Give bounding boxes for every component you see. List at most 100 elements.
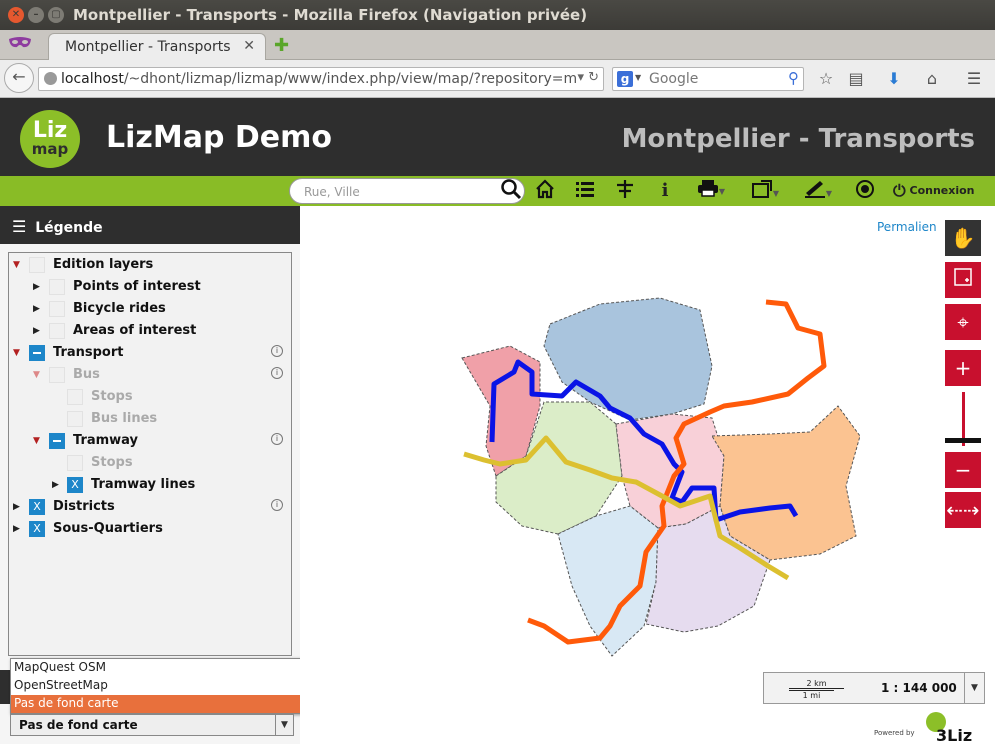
url-bar[interactable]: localhost/~dhont/lizmap/lizmap/www/index… [38,67,604,91]
crosshair-target-icon[interactable]: ⌖ [945,304,981,340]
project-title: Montpellier - Transports [621,124,975,154]
map-canvas[interactable]: Permalien ✋ ⌖ + − ⇠⇢ 2 km 1 mi 1 : 144 0… [300,206,995,745]
browser-search-input[interactable]: g ▼ Google ⚲ [612,67,804,91]
layer-checkbox[interactable] [67,455,83,471]
print-icon[interactable]: ▼ [693,179,729,203]
zoom-slider-handle[interactable] [945,438,981,443]
search-icon[interactable] [500,178,522,205]
geolocation-edit-icon[interactable]: ▼ [747,179,783,203]
tab-close-icon[interactable]: ✕ [243,38,255,54]
hamburger-menu-icon[interactable]: ☰ [960,66,988,92]
layer-label: Tramway lines [91,477,196,492]
scale-widget[interactable]: 2 km 1 mi 1 : 144 000 ▼ [763,672,985,704]
previous-next-arrows-icon[interactable]: ⇠⇢ [945,492,981,528]
bookmark-star-icon[interactable]: ☆ [812,66,840,92]
chevron-down-icon[interactable]: ▼ [275,715,293,735]
layers-list-icon[interactable] [574,179,596,203]
tree-row-transport[interactable]: ▼ Transport i [13,344,289,362]
baselayer-option-selected[interactable]: Pas de fond carte [11,695,320,713]
address-search-input[interactable]: Rue, Ville [289,178,525,204]
layer-checkbox[interactable] [67,389,83,405]
url-host: localhost [61,71,124,87]
expanded-triangle-icon[interactable]: ▼ [13,344,20,362]
collapsed-triangle-icon[interactable]: ▶ [13,520,20,538]
window-minimize-button[interactable]: – [28,7,44,23]
map-toolbar: Rue, Ville i ▼ ▼ ▼ ⏻ Connexion [0,176,995,206]
power-icon: ⏻ [893,181,906,200]
collapsed-triangle-icon[interactable]: ▶ [33,322,40,340]
powered-by-text: Powered by [874,729,915,737]
layer-label: Edition layers [53,257,154,272]
info-icon[interactable]: i [271,499,283,511]
overview-map-icon[interactable] [614,179,636,203]
login-button[interactable]: ⏻ Connexion [893,179,975,203]
layer-label: Tramway [73,433,139,448]
chevron-down-icon[interactable]: ▼ [964,673,984,703]
home-icon[interactable] [534,179,556,203]
logo-bottom-text: map [31,140,69,158]
layer-checkbox[interactable] [49,279,65,295]
expanded-triangle-icon[interactable]: ▼ [33,366,40,384]
collapsed-triangle-icon[interactable]: ▶ [33,300,40,318]
reading-list-icon[interactable]: ▤ [842,66,870,92]
map-drawing[interactable] [300,206,860,744]
tree-row-bus[interactable]: ▼ Bus i [33,366,289,384]
locate-target-icon[interactable] [854,179,876,203]
tree-row-districts[interactable]: ▶ X Districts i [13,498,289,516]
layer-checkbox[interactable] [49,367,65,383]
expanded-triangle-icon[interactable]: ▼ [33,432,40,450]
layer-checkbox-partial[interactable] [29,345,45,361]
chevron-down-icon[interactable]: ▼ [635,73,641,82]
browser-tab[interactable]: Montpellier - Transports ✕ [48,33,266,60]
home-icon[interactable]: ⌂ [918,66,946,92]
collapsed-triangle-icon[interactable]: ▶ [13,498,20,516]
expanded-triangle-icon[interactable]: ▼ [13,256,20,274]
layer-checkbox-partial[interactable] [49,433,65,449]
zoom-out-button[interactable]: − [945,452,981,488]
scale-ratio: 1 : 144 000 [881,681,957,695]
download-arrow-icon[interactable]: ⬇ [880,66,908,92]
baselayer-select[interactable]: Pas de fond carte ▼ [10,714,294,736]
layer-checkbox[interactable] [29,257,45,273]
layer-label: Stops [91,389,133,404]
permalink-link[interactable]: Permalien [877,220,937,234]
app-title: LizMap Demo [106,120,332,155]
baselayer-option[interactable]: MapQuest OSM [11,659,320,677]
layer-label: Sous-Quartiers [53,521,163,536]
layer-checkbox-checked[interactable]: X [29,521,45,537]
google-icon: g [617,71,633,87]
tree-row-tramway[interactable]: ▼ Tramway i [33,432,289,450]
private-browsing-mask-icon [8,36,34,52]
info-icon[interactable]: i [655,179,675,203]
layer-checkbox-checked[interactable]: X [67,477,83,493]
baselayer-dropdown-list[interactable]: MapQuest OSM OpenStreetMap Pas de fond c… [10,658,321,714]
layer-checkbox[interactable] [49,323,65,339]
layer-tree: ▼ Edition layers ▶ Points of interest ▶ … [8,252,292,656]
layer-label: Points of interest [73,279,201,294]
collapsed-triangle-icon[interactable]: ▶ [52,476,59,494]
browser-tabbar: Montpellier - Transports ✕ ✚ [0,30,995,60]
baselayer-option[interactable]: OpenStreetMap [11,677,320,695]
login-label: Connexion [909,184,975,197]
info-icon[interactable]: i [271,433,283,445]
layer-label: Bus [73,367,100,382]
pan-hand-icon[interactable]: ✋ [945,220,981,256]
zoom-in-button[interactable]: + [945,350,981,386]
legend-header[interactable]: ☰ Légende [0,206,300,244]
new-tab-plus-icon[interactable]: ✚ [274,35,289,56]
layer-checkbox[interactable] [49,301,65,317]
info-icon[interactable]: i [271,345,283,357]
panel-strip [0,670,10,704]
zoom-box-icon[interactable] [945,262,981,298]
measure-ruler-icon[interactable]: ▼ [800,179,836,203]
layer-checkbox[interactable] [67,411,83,427]
info-icon[interactable]: i [271,367,283,379]
window-maximize-button[interactable]: ▢ [48,7,64,23]
layer-label: Stops [91,455,133,470]
collapsed-triangle-icon[interactable]: ▶ [33,278,40,296]
layer-checkbox-checked[interactable]: X [29,499,45,515]
reload-icon[interactable]: ▾ ↻ [577,70,599,85]
window-close-button[interactable]: ✕ [8,7,24,23]
back-arrow-icon[interactable]: ← [4,63,34,93]
search-icon[interactable]: ⚲ [788,69,799,87]
